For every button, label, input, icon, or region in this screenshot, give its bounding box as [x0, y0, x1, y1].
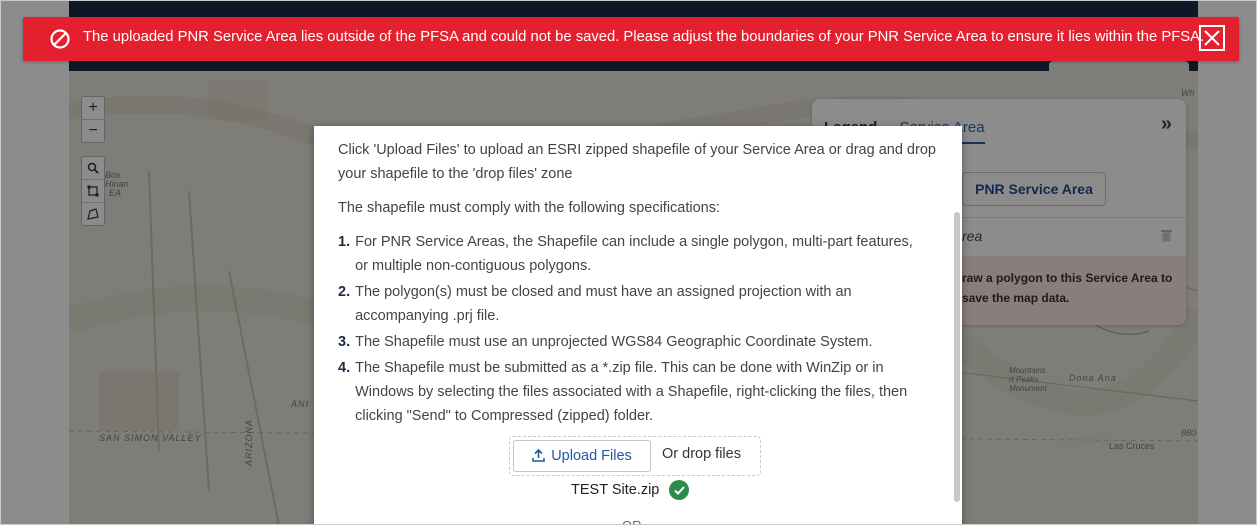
spec-number: 2.	[338, 284, 351, 300]
spec-text: The polygon(s) must be closed and must h…	[355, 284, 852, 324]
spec-item: 2. The polygon(s) must be closed and must…	[338, 280, 928, 328]
upload-files-button[interactable]: Upload Files	[513, 440, 651, 472]
spec-item: 1. For PNR Service Areas, the Shapefile c…	[338, 230, 928, 278]
check-icon	[669, 480, 690, 500]
drop-files-zone[interactable]: Upload Files Or drop files	[509, 436, 761, 476]
spec-number: 4.	[338, 360, 351, 376]
upload-files-label: Upload Files	[551, 448, 632, 464]
spec-list: 1. For PNR Service Areas, the Shapefile c…	[338, 230, 928, 430]
app-window: SAN SIMON VALLEY Las Cruces Dona Ana Mou…	[0, 0, 1257, 525]
or-divider: OR	[504, 518, 764, 524]
upload-icon	[532, 448, 546, 462]
uploaded-file-name: TEST Site.zip	[571, 482, 660, 498]
uploaded-file: TEST Site.zip	[571, 480, 690, 500]
modal-scrollbar[interactable]	[954, 212, 960, 502]
close-icon[interactable]	[1199, 25, 1225, 51]
spec-text: The Shapefile must be submitted as a *.z…	[355, 360, 908, 424]
spec-text: For PNR Service Areas, the Shapefile can…	[355, 234, 913, 274]
upload-instructions: Click 'Upload Files' to upload an ESRI z…	[338, 142, 936, 182]
upload-modal: Click 'Upload Files' to upload an ESRI z…	[314, 126, 962, 524]
spec-number: 3.	[338, 334, 351, 350]
spec-item: 4. The Shapefile must be submitted as a *…	[338, 356, 928, 428]
spec-heading: The shapefile must comply with the follo…	[338, 200, 721, 216]
or-text: OR	[622, 518, 642, 524]
spec-number: 1.	[338, 234, 351, 250]
error-alert: The uploaded PNR Service Area lies outsi…	[23, 17, 1239, 61]
alert-message: The uploaded PNR Service Area lies outsi…	[83, 29, 1205, 45]
spec-text: The Shapefile must use an unprojected WG…	[355, 334, 873, 350]
drop-files-label: Or drop files	[662, 446, 741, 462]
spec-item: 3. The Shapefile must use an unprojected …	[338, 330, 928, 354]
prohibited-icon	[50, 29, 70, 49]
